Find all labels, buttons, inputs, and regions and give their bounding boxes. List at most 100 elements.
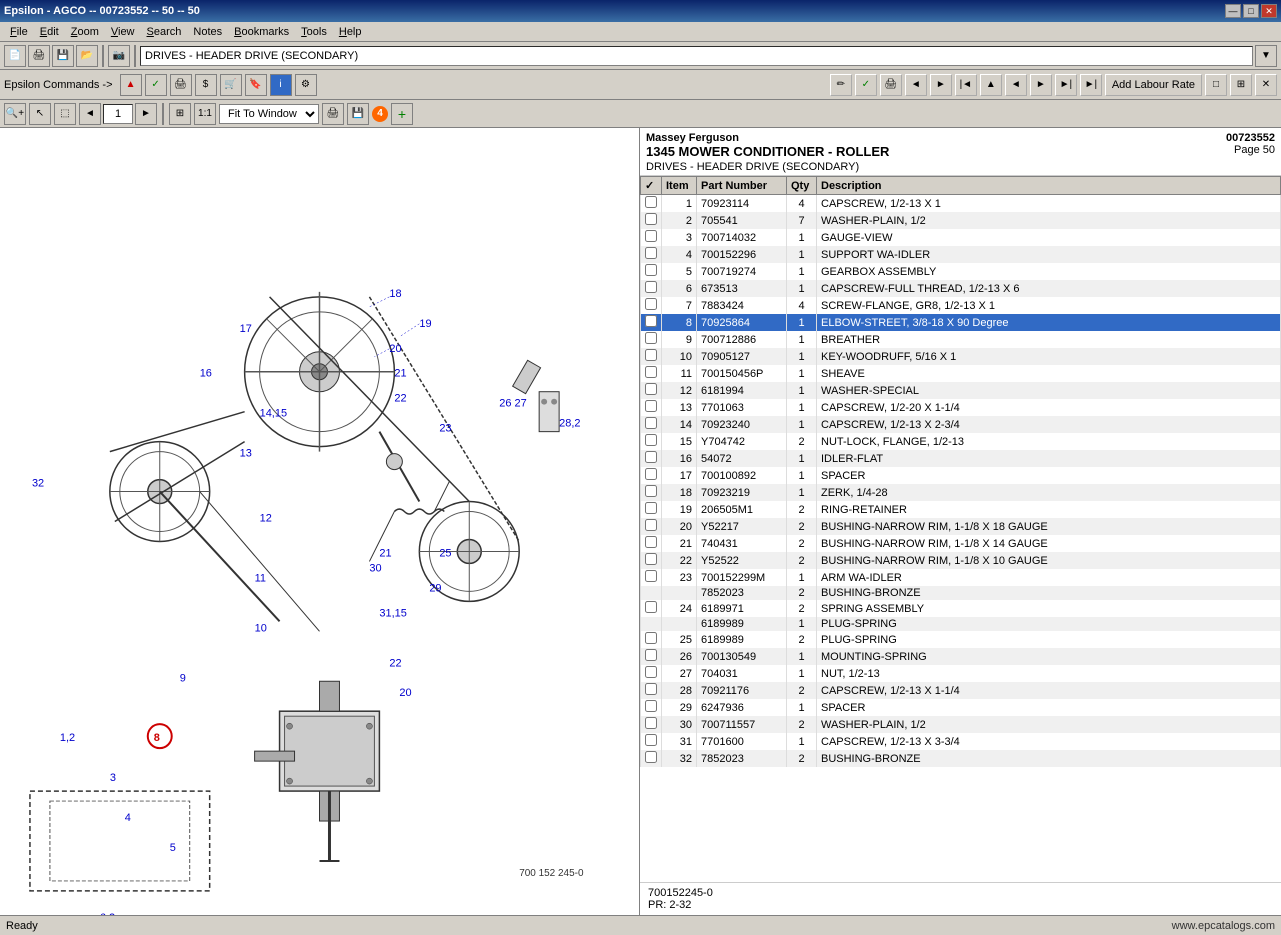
table-row[interactable]: 37007140321GAUGE-VIEW (641, 229, 1281, 246)
menu-zoom[interactable]: Zoom (65, 24, 105, 40)
add-labour-button[interactable]: Add Labour Rate (1105, 74, 1202, 96)
row-checkbox[interactable] (641, 733, 662, 750)
row-checkbox[interactable] (641, 399, 662, 416)
eps-cart-btn[interactable]: 🛒 (220, 74, 242, 96)
menu-file[interactable]: File (4, 24, 34, 40)
zoom-fit-btn[interactable]: ⊞ (169, 103, 191, 125)
table-row[interactable]: 1377010631CAPSCREW, 1/2-20 X 1-1/4 (641, 399, 1281, 416)
menu-view[interactable]: View (105, 24, 141, 40)
row-checkbox[interactable] (641, 631, 662, 648)
prev-page-btn[interactable]: ◄ (79, 103, 101, 125)
table-row[interactable]: 78520232BUSHING-BRONZE (641, 586, 1281, 600)
row-checkbox[interactable] (641, 586, 662, 600)
row-checkbox[interactable] (641, 348, 662, 365)
eps-warning-btn[interactable]: ▲ (120, 74, 142, 96)
eps-dollar-btn[interactable]: $ (195, 74, 217, 96)
menu-tools[interactable]: Tools (295, 24, 333, 40)
nav-max-btn[interactable]: ⊞ (1230, 74, 1252, 96)
row-checkbox[interactable] (641, 665, 662, 682)
row-checkbox[interactable] (641, 518, 662, 535)
table-row[interactable]: 2962479361SPACER (641, 699, 1281, 716)
table-row[interactable]: 19206505M12RING-RETAINER (641, 501, 1281, 518)
maximize-button[interactable]: □ (1243, 4, 1259, 18)
table-row[interactable]: 3177016001CAPSCREW, 1/2-13 X 3-3/4 (641, 733, 1281, 750)
nav-fwd2-btn[interactable]: ►| (1055, 74, 1077, 96)
row-checkbox[interactable] (641, 682, 662, 699)
eps-info-btn[interactable]: i (270, 74, 292, 96)
nav-check-btn[interactable]: ✓ (855, 74, 877, 96)
next-page-btn[interactable]: ► (135, 103, 157, 125)
row-checkbox[interactable] (641, 750, 662, 767)
row-checkbox[interactable] (641, 297, 662, 314)
row-checkbox[interactable] (641, 195, 662, 213)
tb-new-btn[interactable]: 📄 (4, 45, 26, 67)
row-checkbox[interactable] (641, 484, 662, 501)
nav-print2-btn[interactable]: 🖨 (880, 74, 902, 96)
nav-last-btn[interactable]: ►| (1080, 74, 1102, 96)
menu-notes[interactable]: Notes (187, 24, 228, 40)
table-row[interactable]: 47001522961SUPPORT WA-IDLER (641, 246, 1281, 263)
eps-check-btn[interactable]: ✓ (145, 74, 167, 96)
close-button[interactable]: ✕ (1261, 4, 1277, 18)
table-row[interactable]: 2461899712SPRING ASSEMBLY (641, 600, 1281, 617)
eps-flag-btn[interactable]: 🔖 (245, 74, 267, 96)
table-row[interactable]: 23700152299M1ARM WA-IDLER (641, 569, 1281, 586)
row-checkbox[interactable] (641, 280, 662, 297)
nav-resize-btn[interactable]: □ (1205, 74, 1227, 96)
row-checkbox[interactable] (641, 569, 662, 586)
eps-print-btn[interactable]: 🖨 (170, 74, 192, 96)
table-row[interactable]: 27055417WASHER-PLAIN, 1/2 (641, 212, 1281, 229)
print-diag-btn[interactable]: 🖨 (322, 103, 344, 125)
nav-fwd-btn[interactable]: ► (930, 74, 952, 96)
nav-close-btn[interactable]: ✕ (1255, 74, 1277, 96)
nav-right-btn[interactable]: ► (1030, 74, 1052, 96)
zoom-actual-btn[interactable]: 1:1 (194, 103, 216, 125)
row-checkbox[interactable] (641, 416, 662, 433)
row-checkbox[interactable] (641, 501, 662, 518)
table-row[interactable]: 28709211762CAPSCREW, 1/2-13 X 1-1/4 (641, 682, 1281, 699)
row-checkbox[interactable] (641, 552, 662, 569)
tb-addr-dropdown[interactable]: ▼ (1255, 45, 1277, 67)
row-checkbox[interactable] (641, 699, 662, 716)
tb-save-btn[interactable]: 💾 (52, 45, 74, 67)
row-checkbox[interactable] (641, 212, 662, 229)
table-row[interactable]: 277040311NUT, 1/2-13 (641, 665, 1281, 682)
diagram-area[interactable]: 18 19 20 21 22 23 26 27 28,2 17 16 14,15… (0, 128, 639, 915)
table-row[interactable]: 10709051271KEY-WOODRUFF, 5/16 X 1 (641, 348, 1281, 365)
minimize-button[interactable]: — (1225, 4, 1241, 18)
table-row[interactable]: 61899891PLUG-SPRING (641, 617, 1281, 631)
row-checkbox[interactable] (641, 617, 662, 631)
table-row[interactable]: 66735131CAPSCREW-FULL THREAD, 1/2-13 X 6 (641, 280, 1281, 297)
row-checkbox[interactable] (641, 467, 662, 484)
row-checkbox[interactable] (641, 365, 662, 382)
menu-search[interactable]: Search (141, 24, 188, 40)
table-row[interactable]: 217404312BUSHING-NARROW RIM, 1-1/8 X 14 … (641, 535, 1281, 552)
nav-first-btn[interactable]: |◄ (955, 74, 977, 96)
parts-table-container[interactable]: ✓ Item Part Number Qty Description 17092… (640, 176, 1281, 882)
table-row[interactable]: 307007115572WASHER-PLAIN, 1/2 (641, 716, 1281, 733)
table-row[interactable]: 267001305491MOUNTING-SPRING (641, 648, 1281, 665)
table-row[interactable]: 1709231144CAPSCREW, 1/2-13 X 1 (641, 195, 1281, 213)
page-number-input[interactable]: 1 (103, 104, 133, 124)
table-row[interactable]: 14709232401CAPSCREW, 1/2-13 X 2-3/4 (641, 416, 1281, 433)
table-row[interactable]: 18709232191ZERK, 1/4-28 (641, 484, 1281, 501)
table-row[interactable]: 8709258641ELBOW-STREET, 3/8-18 X 90 Degr… (641, 314, 1281, 331)
table-row[interactable]: 15Y7047422NUT-LOCK, FLANGE, 1/2-13 (641, 433, 1281, 450)
menu-edit[interactable]: Edit (34, 24, 65, 40)
add-item-btn[interactable]: + (391, 103, 413, 125)
table-row[interactable]: 97007128861BREATHER (641, 331, 1281, 348)
zoom-rect-btn[interactable]: ⬚ (54, 103, 76, 125)
window-controls[interactable]: — □ ✕ (1225, 4, 1277, 18)
fit-dropdown[interactable]: Fit To Window Fit Width Fit Height (219, 104, 319, 124)
table-row[interactable]: 57007192741GEARBOX ASSEMBLY (641, 263, 1281, 280)
table-row[interactable]: 16540721IDLER-FLAT (641, 450, 1281, 467)
table-row[interactable]: 3278520232BUSHING-BRONZE (641, 750, 1281, 767)
nav-back2-btn[interactable]: ◄ (905, 74, 927, 96)
save-diag-btn[interactable]: 💾 (347, 103, 369, 125)
nav-edit-btn[interactable]: ✏ (830, 74, 852, 96)
tb-cam-btn[interactable]: 📷 (108, 45, 130, 67)
tb-open-btn[interactable]: 📂 (76, 45, 98, 67)
row-checkbox[interactable] (641, 382, 662, 399)
row-checkbox[interactable] (641, 535, 662, 552)
menu-help[interactable]: Help (333, 24, 368, 40)
